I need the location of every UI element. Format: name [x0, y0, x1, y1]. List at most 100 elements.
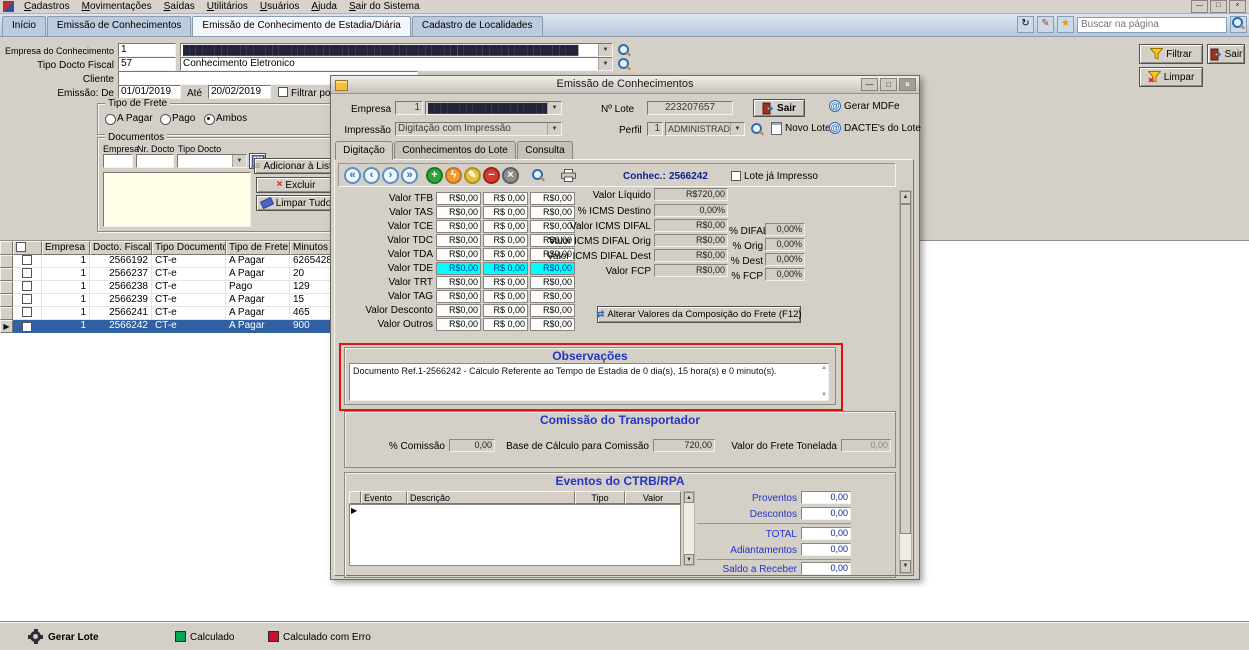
documentos-tipo-docto-combo[interactable]: ▼ [177, 154, 247, 168]
row-checkbox-cell[interactable] [13, 294, 42, 307]
cell-docto[interactable]: 2566237 [90, 268, 152, 281]
tipo-docto-combo[interactable]: Conhecimento Eletronico ▼ [180, 57, 613, 71]
perfil-combo[interactable]: ADMINISTRADOR ▼ [665, 122, 745, 136]
row-checkbox-cell[interactable] [13, 281, 42, 294]
valor-tce-c1[interactable]: R$0,00 [436, 220, 481, 233]
maximize-icon[interactable]: □ [1210, 0, 1227, 13]
valor-tdc-c2[interactable]: R$ 0,00 [483, 234, 528, 247]
modal-empresa-combo[interactable]: ████████████████████ ▼ [425, 101, 562, 115]
impressao-combo[interactable]: Digitação com Impressão ▼ [395, 122, 562, 136]
eventos-header-descricao[interactable]: Descrição [407, 491, 575, 504]
scroll-up-icon[interactable]: ▲ [821, 365, 827, 371]
scroll-down-icon[interactable]: ▼ [684, 554, 694, 565]
valor-tag-c3[interactable]: R$0,00 [530, 290, 575, 303]
eventos-scrollbar[interactable]: ▲ ▼ [683, 491, 695, 566]
close-icon[interactable]: × [899, 78, 916, 91]
row-checkbox[interactable] [22, 294, 32, 304]
chevron-down-icon[interactable]: ▼ [232, 155, 246, 167]
documentos-empresa-field[interactable] [103, 154, 133, 168]
insert-record-icon[interactable]: + [426, 167, 443, 184]
delete-record-icon[interactable]: − [483, 167, 500, 184]
sair-button[interactable]: Sair [1207, 44, 1245, 64]
chevron-down-icon[interactable]: ▼ [547, 123, 561, 135]
cell-tipo-documento[interactable]: CT-e [152, 268, 226, 281]
next-record-icon[interactable]: › [382, 167, 399, 184]
cell-tipo-documento[interactable]: CT-e [152, 281, 226, 294]
valor-tag-c2[interactable]: R$ 0,00 [483, 290, 528, 303]
adicionar-lista-button[interactable]: ≡ Adicionar à Lista [254, 158, 338, 174]
perfil-search-icon[interactable] [751, 123, 764, 139]
post-record-icon[interactable]: ϟ [445, 167, 462, 184]
row-checkbox[interactable] [22, 281, 32, 291]
modal-tab-conhecimentos-lote[interactable]: Conhecimentos do Lote [394, 141, 516, 159]
cell-empresa[interactable]: 1 [42, 255, 90, 268]
cell-docto[interactable]: 2566241 [90, 307, 152, 320]
valor-trt-c2[interactable]: R$ 0,00 [483, 276, 528, 289]
valor-outros-c1[interactable]: R$0,00 [436, 318, 481, 331]
scroll-down-icon[interactable]: ▼ [821, 392, 827, 398]
edit-pencil-icon[interactable]: ✎ [1037, 16, 1054, 33]
favorites-star-icon[interactable]: ★ [1057, 16, 1074, 33]
lote-impresso-checkbox[interactable] [731, 171, 741, 181]
cell-docto[interactable]: 2566239 [90, 294, 152, 307]
modal-sair-button[interactable]: Sair [753, 99, 805, 117]
documentos-nr-docto-field[interactable] [136, 154, 174, 168]
close-icon[interactable]: × [1229, 0, 1246, 13]
menu-movimentacoes[interactable]: Movimentações [76, 0, 158, 13]
valor-outros-c2[interactable]: R$ 0,00 [483, 318, 528, 331]
chevron-down-icon[interactable]: ▼ [730, 123, 744, 135]
valor-tde-c2[interactable]: R$ 0,00 [483, 262, 528, 275]
tipo-docto-code-field[interactable]: 57 [118, 57, 176, 71]
prior-record-icon[interactable]: ‹ [363, 167, 380, 184]
valor-tas-c1[interactable]: R$0,00 [436, 206, 481, 219]
alterar-valores-button[interactable]: ⇄ Alterar Valores da Composição do Frete… [597, 306, 801, 323]
cell-tipo-frete[interactable]: A Pagar [226, 307, 290, 320]
menu-usuarios[interactable]: Usuários [254, 0, 305, 13]
modal-tab-digitacao[interactable]: Digitação [335, 141, 393, 160]
cell-tipo-frete[interactable]: Pago [226, 281, 290, 294]
row-checkbox-cell[interactable] [13, 255, 42, 268]
row-checkbox[interactable] [22, 268, 32, 278]
limpar-button[interactable]: Limpar [1139, 67, 1203, 87]
cell-tipo-frete[interactable]: A Pagar [226, 268, 290, 281]
empresa-conhecimento-combo[interactable]: ████████████████████████████████████████… [180, 43, 613, 57]
row-checkbox-cell[interactable] [13, 307, 42, 320]
row-checkbox-cell[interactable]: ✓ [13, 320, 42, 333]
edit-record-icon[interactable]: ✎ [464, 167, 481, 184]
find-icon[interactable] [1230, 16, 1247, 33]
eventos-grid-body[interactable]: ▶ [349, 504, 681, 566]
emissao-de-field[interactable]: 01/01/2019 [118, 85, 181, 99]
valor-tda-c1[interactable]: R$0,00 [436, 248, 481, 261]
cell-docto[interactable]: 2566238 [90, 281, 152, 294]
filtrar-button[interactable]: Filtrar [1139, 44, 1203, 64]
valor-tfb-c2[interactable]: R$ 0,00 [483, 192, 528, 205]
tab-emissao-estadia-diaria[interactable]: Emissão de Conhecimento de Estadia/Diári… [192, 16, 410, 36]
tab-cadastro-localidades[interactable]: Cadastro de Localidades [412, 16, 543, 36]
documentos-list-area[interactable] [103, 172, 251, 227]
valor-desconto-c2[interactable]: R$ 0,00 [483, 304, 528, 317]
tipo-docto-search-icon[interactable] [618, 58, 631, 74]
row-checkbox-cell[interactable] [13, 268, 42, 281]
cell-tipo-documento[interactable]: CT-e [152, 320, 226, 333]
first-record-icon[interactable]: « [344, 167, 361, 184]
observacoes-memo[interactable]: Documento Ref.1-2566242 - Cálculo Refere… [349, 363, 829, 401]
cell-tipo-documento[interactable]: CT-e [152, 294, 226, 307]
menu-saidas[interactable]: Saídas [158, 0, 201, 13]
cell-empresa[interactable]: 1 [42, 320, 90, 333]
dialog-titlebar[interactable]: Emissão de Conhecimentos — □ × [331, 76, 919, 94]
menu-sair-sistema[interactable]: Sair do Sistema [343, 0, 426, 13]
chevron-down-icon[interactable]: ▼ [598, 44, 612, 56]
menu-utilitarios[interactable]: Utilitários [201, 0, 254, 13]
search-record-icon[interactable] [532, 169, 545, 185]
menu-cadastros[interactable]: Cadastros [18, 0, 76, 13]
grid-header-tipo-documento[interactable]: Tipo Documento [152, 241, 226, 255]
minimize-icon[interactable]: — [861, 78, 878, 91]
maximize-icon[interactable]: □ [880, 78, 897, 91]
valor-trt-c1[interactable]: R$0,00 [436, 276, 481, 289]
radio-ambos[interactable] [204, 114, 215, 125]
cell-tipo-frete[interactable]: A Pagar [226, 255, 290, 268]
last-record-icon[interactable]: » [401, 167, 418, 184]
eventos-header-tipo[interactable]: Tipo [575, 491, 625, 504]
scroll-up-icon[interactable]: ▲ [684, 492, 694, 503]
tab-inicio[interactable]: Início [2, 16, 46, 36]
